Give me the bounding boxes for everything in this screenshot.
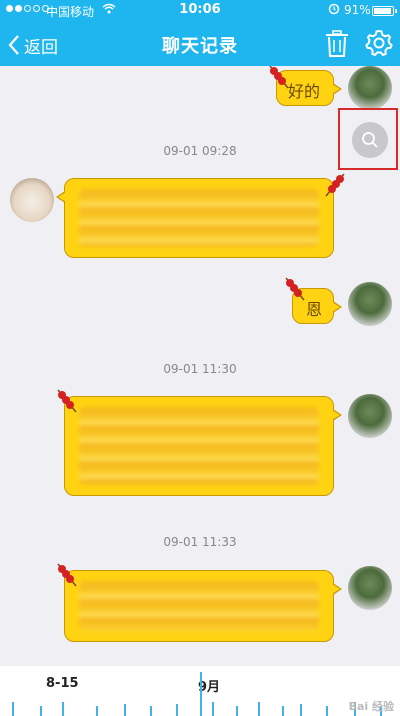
back-button[interactable]: 返回 [8, 30, 58, 60]
avatar[interactable] [348, 566, 392, 610]
trash-icon [326, 30, 348, 57]
timestamp: 09-01 11:33 [163, 535, 237, 549]
gear-icon [365, 29, 393, 57]
candy-sticker-icon [57, 389, 77, 413]
alarm-icon [328, 3, 340, 18]
candy-sticker-icon [269, 66, 289, 89]
status-time: 10:06 [179, 2, 221, 17]
avatar[interactable] [348, 394, 392, 438]
timestamp: 09-01 09:28 [163, 144, 237, 158]
status-bar: 中国移动 10:06 91% [0, 0, 400, 22]
received-message[interactable] [56, 178, 334, 258]
message-list[interactable]: 好的 09-01 09:28 恩 09-01 11:30 09-01 11:33 [0, 66, 400, 666]
timestamp: 09-01 11:30 [163, 362, 237, 376]
timeline-label-start: 8-15 [46, 676, 79, 691]
blurred-text [79, 407, 319, 485]
blurred-text [79, 581, 319, 631]
battery-icon [372, 6, 397, 16]
battery-percent: 91% [344, 3, 371, 17]
top-bar: 中国移动 10:06 91% 返回 聊天记录 [0, 0, 400, 66]
avatar[interactable] [10, 178, 54, 222]
blurred-text [79, 189, 319, 247]
sent-message[interactable] [64, 396, 342, 496]
sent-message[interactable] [64, 570, 342, 642]
settings-button[interactable] [364, 28, 394, 58]
timeline-ticks[interactable] [0, 672, 400, 716]
search-highlight [338, 108, 398, 170]
chevron-left-icon [8, 35, 19, 55]
candy-sticker-icon [325, 173, 345, 197]
avatar[interactable] [348, 282, 392, 326]
trash-button[interactable] [324, 30, 350, 58]
back-label: 返回 [24, 37, 58, 58]
date-timeline[interactable]: 8-15 9月 Bai 经验 [0, 666, 400, 716]
candy-sticker-icon [285, 277, 305, 301]
message-text: 好的 [288, 82, 321, 101]
candy-sticker-icon [57, 563, 77, 587]
avatar[interactable] [348, 66, 392, 110]
watermark: Bai 经验 [348, 700, 394, 713]
message-text: 恩 [306, 300, 323, 319]
